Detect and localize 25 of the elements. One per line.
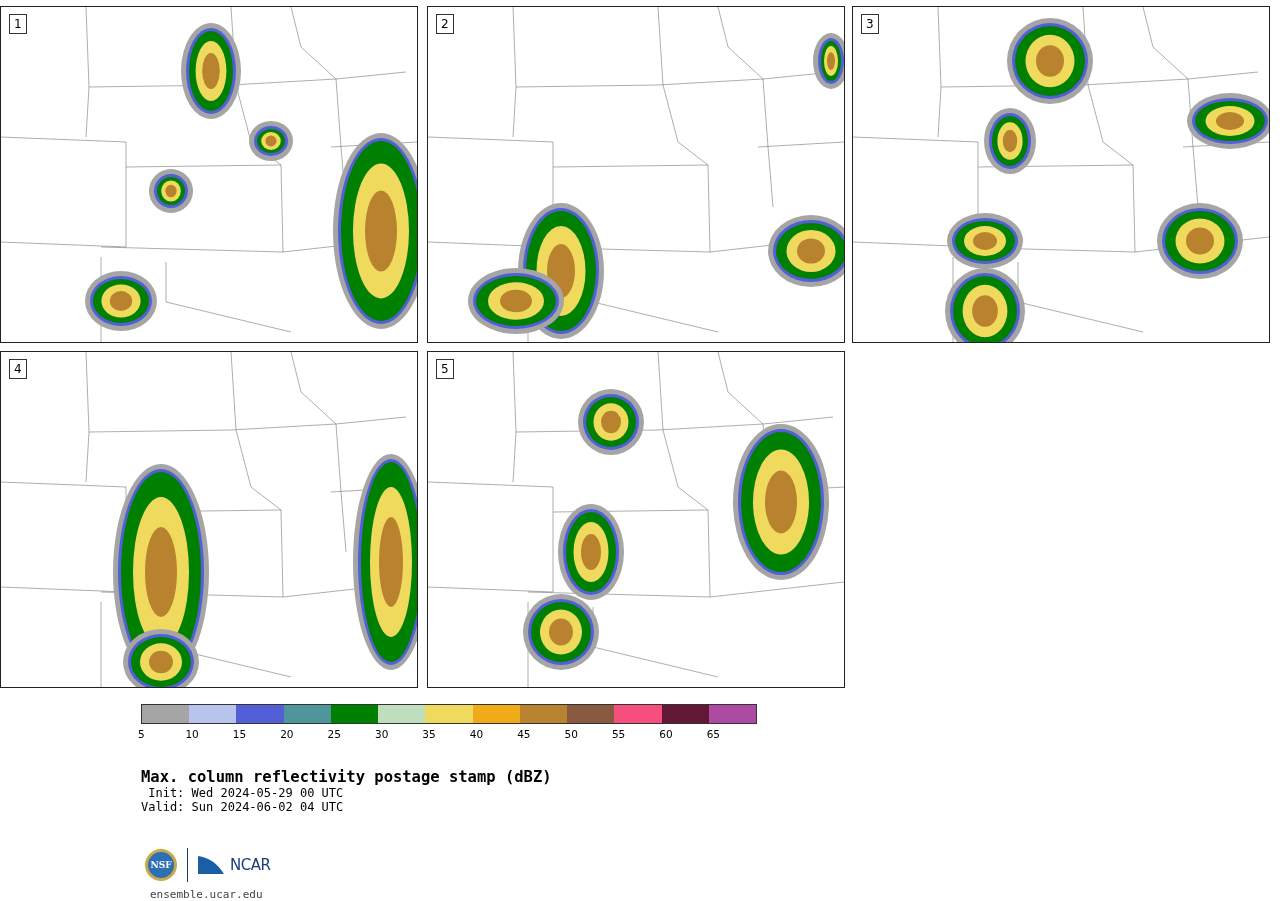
- valid-time: Valid: Sun 2024-06-02 04 UTC: [141, 800, 345, 814]
- scale-tick-label: 45: [517, 728, 531, 740]
- scale-tick-label: 65: [706, 728, 721, 740]
- scale-tick-label: 20: [280, 728, 294, 740]
- scale-tick-label: 10: [185, 728, 199, 740]
- scale-tick-label: 25: [327, 728, 341, 740]
- panel-number: 4: [9, 359, 27, 379]
- panel-number: 2: [436, 14, 454, 34]
- scale-tick-label: 50: [564, 728, 578, 740]
- scale-tick-label: 55: [611, 728, 626, 740]
- chart-title: Max. column reflectivity postage stamp (dBZ): [141, 768, 553, 786]
- swoosh-logo-icon: [198, 856, 224, 874]
- panel-number: 1: [9, 14, 27, 34]
- logo-text: NCAR: [230, 856, 271, 874]
- panel-number: 3: [861, 14, 879, 34]
- panel-number: 5: [436, 359, 454, 379]
- scale-tick-label: 5: [138, 728, 145, 740]
- scale-tick-label: 60: [659, 728, 673, 740]
- scale-tick-label: 40: [469, 728, 484, 740]
- scale-tick-label: 30: [374, 728, 389, 740]
- scale-tick-label: 35: [422, 728, 436, 740]
- init-time: Init: Wed 2024-05-29 00 UTC: [147, 786, 345, 800]
- scale-tick-label: 15: [232, 728, 247, 740]
- website-address: ensemble.ucar.edu: [150, 888, 264, 901]
- seal-logo-text: NSF: [150, 860, 172, 870]
